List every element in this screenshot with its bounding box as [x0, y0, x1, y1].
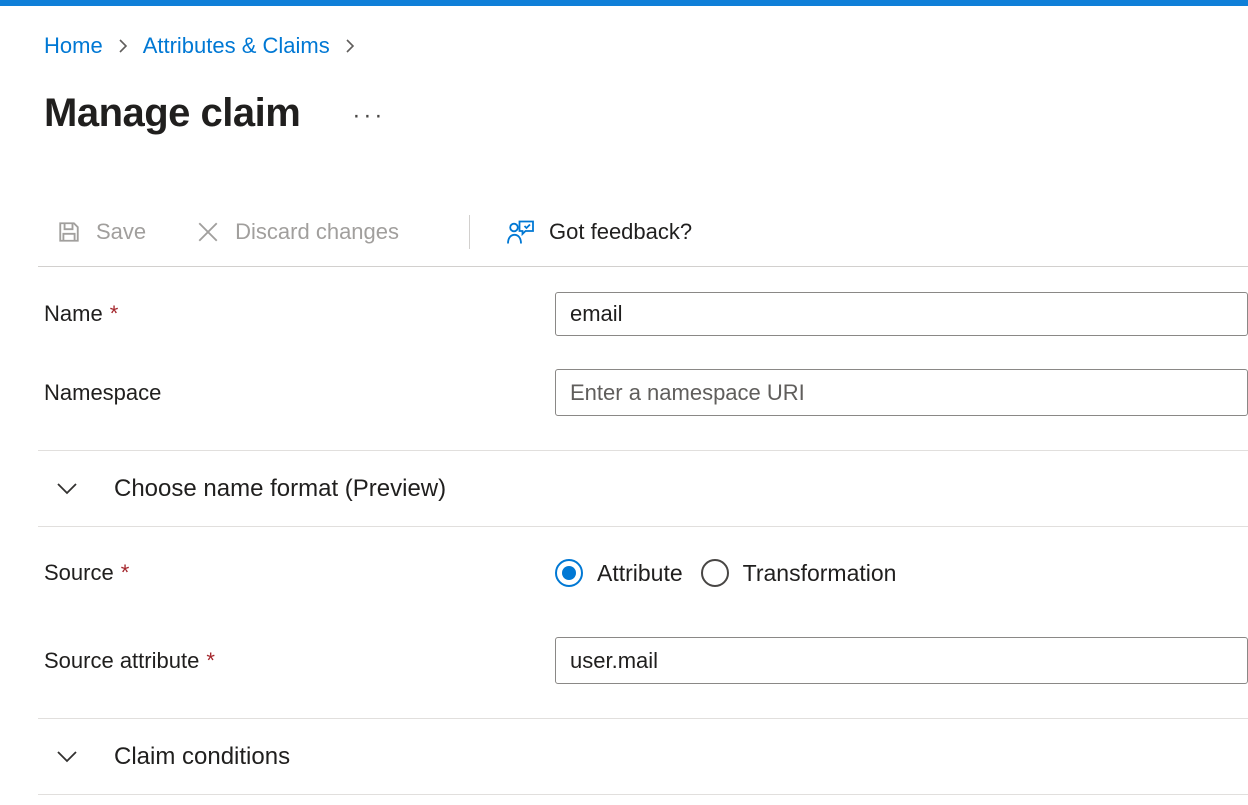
- name-field-label: Name *: [44, 301, 555, 327]
- chevron-right-icon: [117, 37, 129, 55]
- radio-transformation[interactable]: Transformation: [701, 559, 897, 587]
- more-options-button[interactable]: ···: [346, 107, 391, 125]
- top-accent-bar: [0, 0, 1248, 6]
- got-feedback-label: Got feedback?: [549, 219, 692, 245]
- chevron-down-icon: [56, 482, 78, 496]
- save-button-label: Save: [96, 219, 146, 245]
- source-attribute-field-label: Source attribute *: [44, 648, 555, 674]
- required-asterisk: *: [121, 560, 130, 585]
- radio-attribute-label: Attribute: [597, 560, 683, 587]
- breadcrumb: Home Attributes & Claims: [44, 32, 1248, 60]
- section-claim-conditions[interactable]: Claim conditions: [38, 718, 1248, 795]
- breadcrumb-link-home[interactable]: Home: [44, 33, 103, 59]
- discard-changes-label: Discard changes: [235, 219, 399, 245]
- source-attribute-label-text: Source attribute: [44, 648, 199, 673]
- section-title: Claim conditions: [114, 743, 290, 771]
- feedback-person-icon: [506, 218, 536, 246]
- name-label-text: Name: [44, 301, 103, 326]
- breadcrumb-link-attributes-claims[interactable]: Attributes & Claims: [143, 33, 330, 59]
- close-icon: [194, 218, 222, 246]
- required-asterisk: *: [110, 301, 119, 326]
- section-title: Choose name format (Preview): [114, 475, 446, 503]
- radio-transformation-label: Transformation: [743, 560, 897, 587]
- source-attribute-input[interactable]: [555, 637, 1248, 684]
- namespace-label-text: Namespace: [44, 380, 161, 405]
- namespace-input[interactable]: [555, 369, 1248, 416]
- name-input[interactable]: [555, 292, 1248, 336]
- source-label-text: Source: [44, 560, 114, 585]
- command-bar: Save Discard changes Got feedback?: [55, 210, 1248, 254]
- radio-button-icon: [555, 559, 583, 587]
- required-asterisk: *: [206, 648, 215, 673]
- radio-button-icon: [701, 559, 729, 587]
- discard-changes-button[interactable]: Discard changes: [194, 218, 399, 246]
- chevron-down-icon: [56, 750, 78, 764]
- source-radio-group: Attribute Transformation: [555, 559, 896, 587]
- toolbar-bottom-divider: [38, 266, 1248, 267]
- radio-attribute[interactable]: Attribute: [555, 559, 683, 587]
- source-field-label: Source *: [44, 560, 555, 586]
- namespace-field-label: Namespace: [44, 380, 555, 406]
- got-feedback-button[interactable]: Got feedback?: [506, 218, 692, 246]
- save-icon: [55, 218, 83, 246]
- page-title: Manage claim: [44, 91, 300, 136]
- section-choose-name-format[interactable]: Choose name format (Preview): [38, 450, 1248, 527]
- toolbar-divider: [469, 215, 470, 249]
- save-button[interactable]: Save: [55, 218, 146, 246]
- chevron-right-icon: [344, 37, 356, 55]
